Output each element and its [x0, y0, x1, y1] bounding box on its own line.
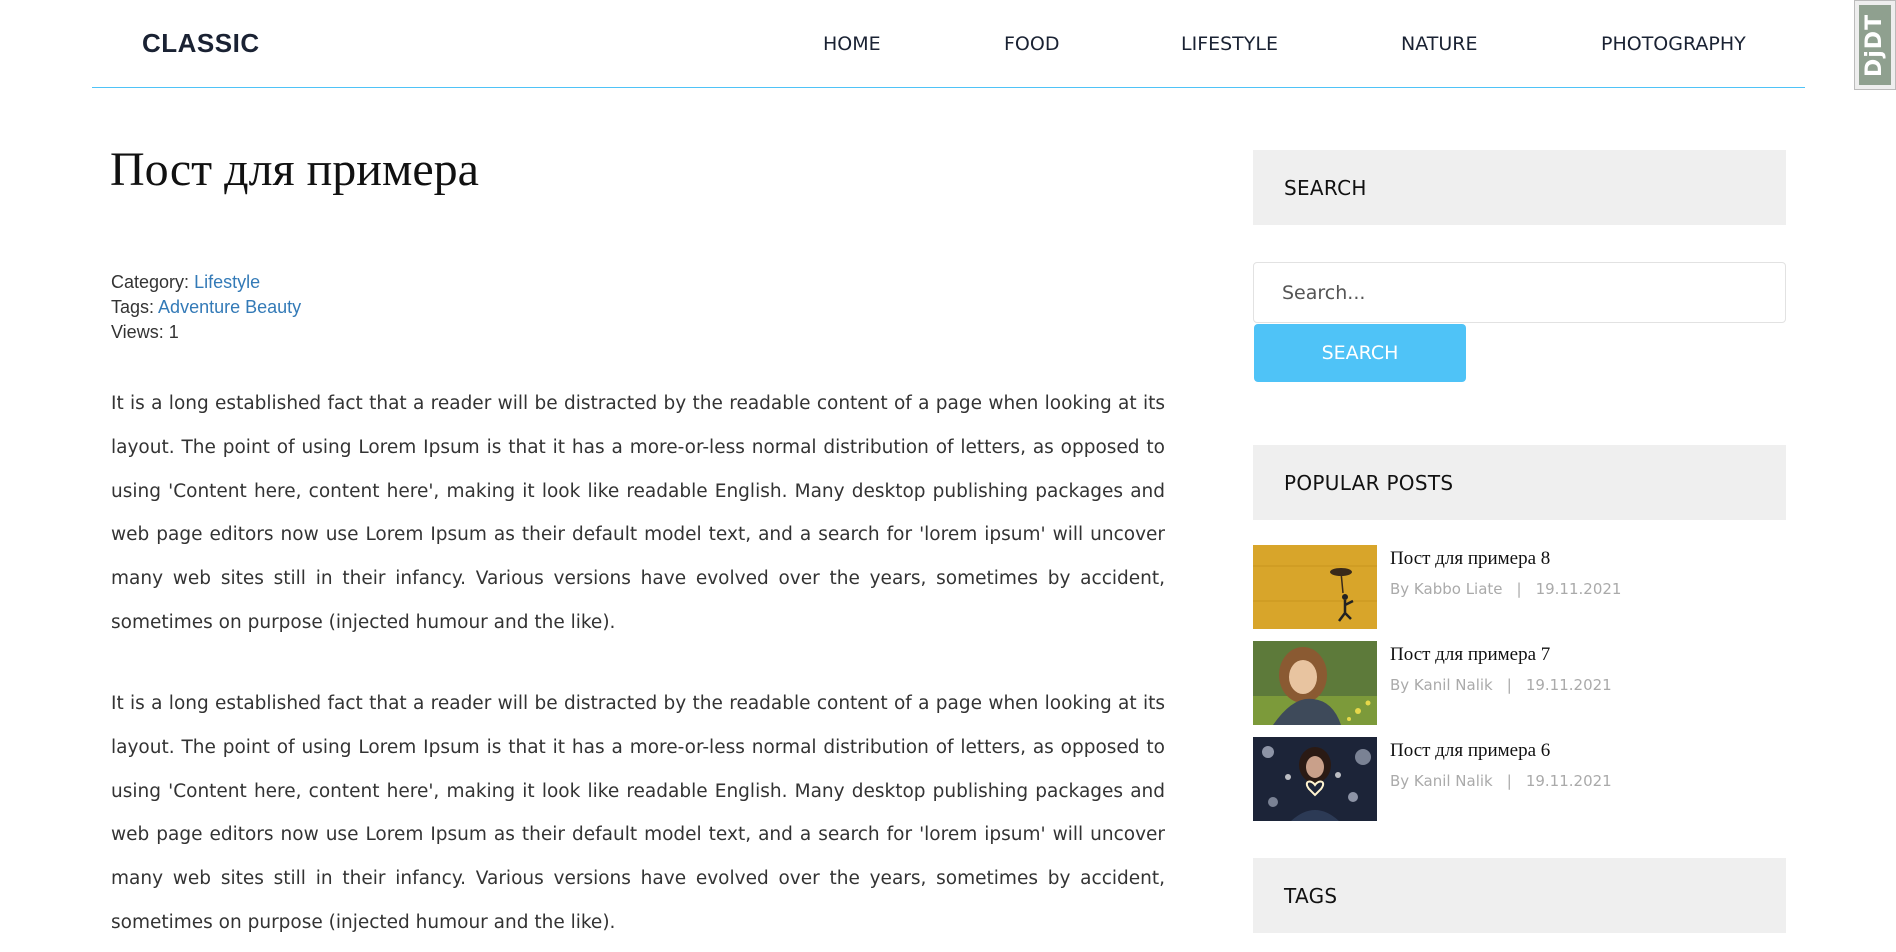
- popular-post-title[interactable]: Пост для примера 7: [1390, 644, 1550, 666]
- category-label: Category:: [111, 272, 190, 292]
- tags-heading-text: TAGS: [1284, 884, 1338, 908]
- popular-post-meta: By Kanil Nalik | 19.11.2021: [1390, 676, 1612, 694]
- post-author: By Kanil Nalik: [1390, 676, 1493, 694]
- post-title: Пост для примера: [110, 143, 479, 196]
- nav-lifestyle[interactable]: LIFESTYLE: [1181, 33, 1278, 55]
- popular-post-meta: By Kanil Nalik | 19.11.2021: [1390, 772, 1612, 790]
- post-date: 19.11.2021: [1525, 676, 1612, 694]
- post-thumbnail-image[interactable]: [1253, 641, 1377, 725]
- popular-post-title[interactable]: Пост для примера 8: [1390, 548, 1550, 570]
- nav-nature[interactable]: NATURE: [1401, 33, 1477, 55]
- search-heading-text: SEARCH: [1284, 176, 1367, 200]
- post-thumbnail-image[interactable]: [1253, 545, 1377, 629]
- popular-post-item: Пост для примера 7 By Kanil Nalik | 19.11.…: [1253, 641, 1786, 725]
- post-category: Category: Lifestyle: [111, 272, 260, 293]
- popular-post-meta: By Kabbo Liate | 19.11.2021: [1390, 580, 1622, 598]
- post-tags: Tags: Adventure Beauty: [111, 297, 301, 318]
- search-input[interactable]: [1253, 262, 1786, 323]
- nav-home[interactable]: HOME: [823, 33, 881, 55]
- post-date: 19.11.2021: [1535, 580, 1622, 598]
- category-link[interactable]: Lifestyle: [194, 272, 260, 292]
- tags-label: Tags:: [111, 297, 155, 317]
- post-thumbnail-image[interactable]: [1253, 737, 1377, 821]
- debug-toolbar-handle[interactable]: DjDT: [1854, 0, 1896, 90]
- tags-widget-heading: TAGS: [1253, 858, 1786, 933]
- post-paragraph: It is a long established fact that a rea…: [111, 693, 1165, 933]
- site-header: CLASSIC HOME FOOD LIFESTYLE NATURE PHOTO…: [92, 0, 1805, 88]
- post-paragraph: It is a long established fact that a rea…: [111, 393, 1165, 633]
- post-author: By Kanil Nalik: [1390, 772, 1493, 790]
- tags-link[interactable]: Adventure Beauty: [158, 297, 301, 317]
- site-logo[interactable]: CLASSIC: [142, 28, 260, 59]
- nav-food[interactable]: FOOD: [1004, 33, 1059, 55]
- post-author: By Kabbo Liate: [1390, 580, 1503, 598]
- nav-photography[interactable]: PHOTOGRAPHY: [1601, 33, 1746, 55]
- popular-heading-text: POPULAR POSTS: [1284, 471, 1454, 495]
- search-button[interactable]: SEARCH: [1254, 324, 1466, 382]
- popular-post-title[interactable]: Пост для примера 6: [1390, 740, 1550, 762]
- debug-toolbar-label: DjDT: [1859, 5, 1891, 85]
- popular-post-item: Пост для примера 8 By Kabbo Liate | 19.11.…: [1253, 545, 1786, 629]
- search-widget-heading: SEARCH: [1253, 150, 1786, 225]
- post-views: Views: 1: [111, 322, 179, 342]
- post-date: 19.11.2021: [1525, 772, 1612, 790]
- popular-post-item: Пост для примера 6 By Kanil Nalik | 19.11.…: [1253, 737, 1786, 821]
- popular-posts-heading: POPULAR POSTS: [1253, 445, 1786, 520]
